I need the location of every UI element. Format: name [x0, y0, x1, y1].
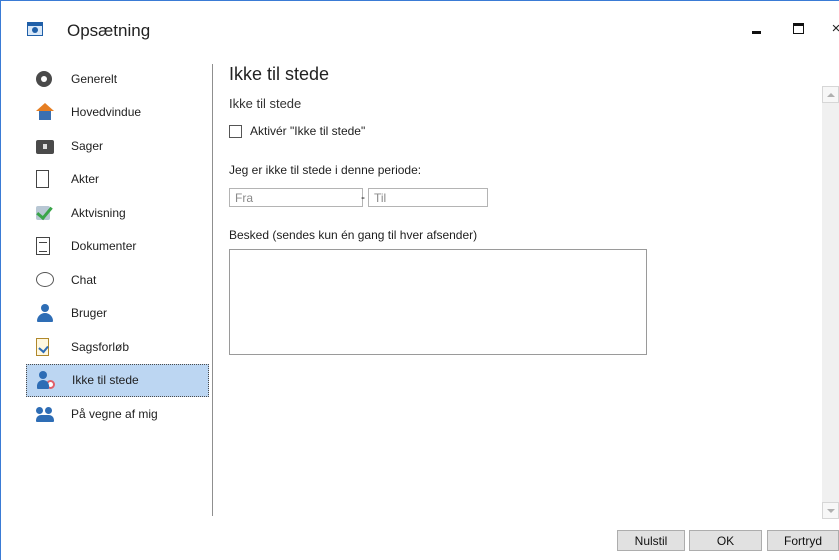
range-separator: - — [361, 190, 365, 204]
scroll-down-button[interactable] — [822, 502, 839, 519]
close-button[interactable]: × — [821, 15, 839, 41]
briefcase-icon — [36, 139, 54, 154]
minimize-icon — [751, 30, 761, 34]
checkmark-icon — [36, 204, 54, 222]
sidebar-item-dokumenter[interactable]: Dokumenter — [26, 230, 209, 264]
to-date-input[interactable]: Til — [368, 188, 488, 207]
ok-button[interactable]: OK — [689, 530, 762, 551]
sidebar-item-label: Bruger — [71, 306, 108, 321]
ok-button-label: OK — [716, 533, 735, 548]
activate-away-checkbox[interactable] — [229, 124, 242, 138]
sidebar-item-label: Generelt — [71, 71, 118, 86]
sidebar-item-label: Sager — [71, 138, 104, 153]
message-textarea[interactable] — [229, 249, 647, 355]
title-bar[interactable]: Opsætning × — [1, 1, 839, 41]
sidebar-item-sagsforloeb[interactable]: Sagsforløb — [26, 330, 209, 364]
sidebar-item-label: Sagsforløb — [71, 339, 130, 354]
sidebar-item-akter[interactable]: Akter — [26, 163, 209, 197]
house-icon — [36, 103, 54, 121]
sidebar-item-paa-vegne-af-mig[interactable]: På vegne af mig — [26, 397, 209, 431]
minimize-button[interactable] — [741, 15, 771, 41]
section-title: Ikke til stede — [229, 96, 302, 111]
page-title: Ikke til stede — [229, 64, 330, 84]
sidebar-item-label: Dokumenter — [71, 239, 137, 254]
sidebar-item-sager[interactable]: Sager — [26, 129, 209, 163]
sidebar-item-label: Hovedvindue — [71, 105, 142, 120]
cancel-button[interactable]: Fortryd — [767, 530, 839, 551]
cancel-button-label: Fortryd — [783, 533, 822, 548]
window-title: Opsætning — [67, 21, 151, 40]
reset-button-label: Nulstil — [634, 533, 668, 548]
reset-button[interactable]: Nulstil — [617, 530, 685, 551]
gear-icon — [36, 70, 52, 87]
arrow-up-icon — [826, 92, 835, 97]
sidebar-item-label: Aktvisning — [71, 205, 126, 220]
sidebar-item-hovedvindue[interactable]: Hovedvindue — [26, 96, 209, 130]
maximize-button[interactable] — [783, 15, 813, 41]
settings-app-icon — [27, 22, 43, 36]
activate-away-label: Aktivér "Ikke til stede" — [250, 124, 366, 138]
sidebar-item-ikke-til-stede[interactable]: Ikke til stede — [26, 363, 209, 397]
user-icon — [36, 304, 54, 323]
sidebar-item-label: Chat — [71, 272, 97, 287]
activate-away-option[interactable]: Aktivér "Ikke til stede" — [229, 124, 365, 138]
settings-nav: Generelt Hovedvindue Sager Akter Aktvisn… — [26, 62, 209, 431]
sidebar-item-bruger[interactable]: Bruger — [26, 297, 209, 331]
sidebar-item-generelt[interactable]: Generelt — [26, 62, 209, 96]
user-away-icon — [37, 371, 55, 390]
clipboard-check-icon — [36, 337, 49, 356]
sidebar-item-chat[interactable]: Chat — [26, 263, 209, 297]
documents-icon — [36, 237, 50, 256]
panel-divider — [212, 64, 213, 516]
user-group-icon — [36, 405, 54, 423]
close-icon: × — [831, 19, 839, 37]
chat-bubble-icon — [36, 272, 54, 288]
sidebar-item-aktvisning[interactable]: Aktvisning — [26, 196, 209, 230]
message-label: Besked (sendes kun én gang til hver afse… — [229, 228, 478, 242]
vertical-scrollbar[interactable] — [822, 86, 839, 516]
arrow-down-icon — [826, 508, 835, 513]
maximize-icon — [792, 22, 804, 34]
from-date-input[interactable]: Fra — [229, 188, 363, 207]
period-label: Jeg er ikke til stede i denne periode: — [229, 163, 422, 177]
document-icon — [36, 170, 49, 189]
sidebar-item-label: Akter — [71, 172, 100, 187]
scroll-up-button[interactable] — [822, 86, 839, 103]
sidebar-item-label: Ikke til stede — [72, 373, 139, 388]
sidebar-item-label: På vegne af mig — [71, 406, 158, 421]
